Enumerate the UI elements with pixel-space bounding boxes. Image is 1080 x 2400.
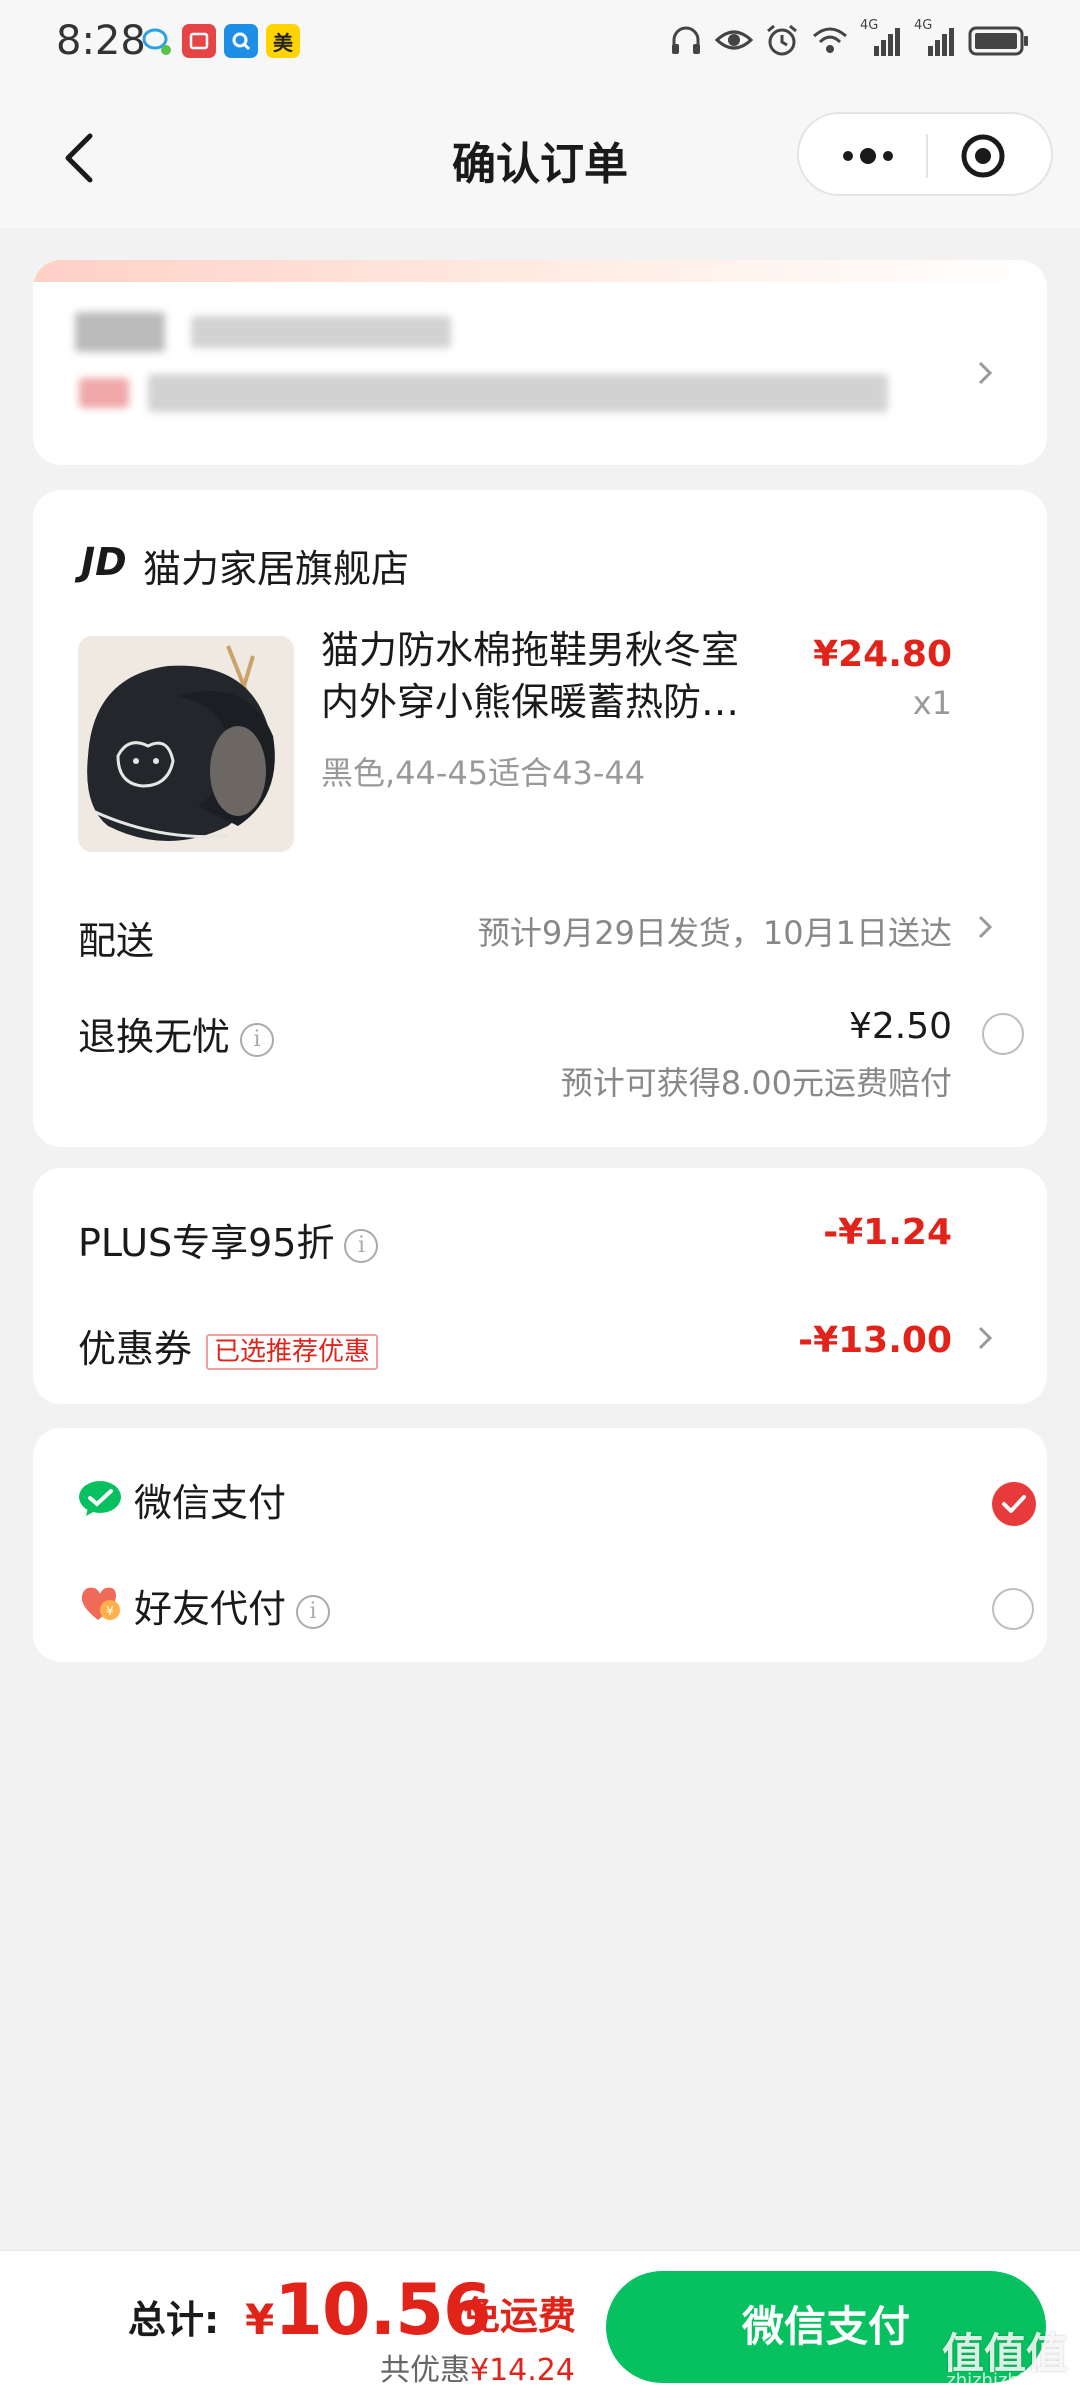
friend-pay-heart-icon: ¥: [81, 1587, 120, 1620]
checkmark-icon: [1002, 1495, 1026, 1513]
alarm-icon: [767, 24, 797, 56]
headphone-icon: [672, 26, 700, 54]
info-icon[interactable]: i: [296, 1594, 331, 1629]
shop-name[interactable]: 猫力家居旗舰店: [143, 538, 409, 593]
status-bar: 8:28 美 4G 4G: [0, 0, 1080, 90]
friend-pay-option[interactable]: ¥ 好友代付 i: [78, 1574, 1038, 1644]
return-insurance-note: 预计可获得8.00元运费赔付: [560, 1064, 952, 1102]
delivery-estimate[interactable]: 预计9月29日发货，10月1日送达: [478, 908, 952, 954]
product-title-line-1: 猫力防水棉拖鞋男秋冬室: [321, 628, 740, 672]
search-app-icon: [224, 24, 258, 58]
chat-bubble-icon: [140, 24, 174, 58]
return-insurance-price: ¥2.50: [848, 1006, 952, 1047]
blurred-address-line: [148, 374, 888, 412]
status-app-icons: 美: [140, 24, 300, 58]
close-miniprogram-icon[interactable]: [959, 132, 1007, 180]
more-options-icon[interactable]: [833, 132, 903, 180]
battery-icon: [968, 26, 1028, 56]
coupon-label: 优惠券: [78, 1327, 193, 1371]
blurred-address-tag: [79, 378, 129, 408]
return-insurance-label-row: 退换无忧 i: [78, 1006, 275, 1061]
address-card-gradient: [33, 260, 1047, 282]
total-value: 10.56: [274, 2269, 491, 2351]
product-image[interactable]: [78, 636, 294, 852]
plus-discount-label: PLUS专享95折: [78, 1221, 335, 1265]
red-app-icon: [182, 24, 216, 58]
product-title-line-2: 内外穿小熊保暖蓄热防…: [321, 680, 740, 724]
wifi-icon: [813, 27, 847, 53]
friend-pay-label: 好友代付: [134, 1587, 287, 1631]
product-quantity: x1: [912, 684, 952, 722]
total-savings: 共优惠¥14.24: [380, 2345, 575, 2389]
payment-method-card: 微信支付 ¥ 好友代付 i: [33, 1428, 1047, 1662]
info-icon[interactable]: i: [240, 1022, 275, 1057]
info-icon[interactable]: i: [344, 1228, 379, 1263]
savings-value: ¥14.24: [470, 2353, 575, 2388]
address-card[interactable]: [33, 260, 1047, 465]
wechat-pay-label: 微信支付: [134, 1481, 287, 1525]
total-label: 总计:: [128, 2298, 220, 2342]
wechat-pay-option[interactable]: 微信支付: [78, 1468, 1038, 1538]
total-amount: ¥10.56: [245, 2269, 492, 2351]
friend-pay-radio[interactable]: [992, 1588, 1034, 1630]
signal-2-icon: 4G: [914, 18, 958, 58]
address-chevron-right-icon: [978, 361, 993, 385]
wechat-pay-radio-selected[interactable]: [992, 1482, 1036, 1526]
shop-card: JD 猫力家居旗舰店 猫力防水棉拖鞋男秋冬室 内外穿小熊保暖蓄热防… ¥24.8…: [33, 490, 1047, 1147]
coupon-tag: 已选推荐优惠: [206, 1333, 379, 1370]
delivery-chevron-right-icon[interactable]: [970, 912, 1000, 942]
coupon-value[interactable]: -¥13.00: [798, 1320, 952, 1361]
jd-logo: JD: [81, 540, 127, 584]
product-price: ¥24.80: [813, 634, 952, 675]
product-title[interactable]: 猫力防水棉拖鞋男秋冬室 内外穿小熊保暖蓄热防…: [321, 624, 761, 728]
free-shipping-label: 免运费: [462, 2294, 577, 2338]
coupon-chevron-right-icon[interactable]: [970, 1323, 1000, 1353]
product-spec: 黑色,44-45适合43-44: [321, 754, 646, 792]
status-time: 8:28: [56, 18, 146, 64]
eye-icon: [714, 30, 754, 50]
meituan-app-icon: 美: [266, 24, 300, 58]
plus-discount-value: -¥1.24: [823, 1212, 952, 1253]
return-insurance-radio[interactable]: [982, 1013, 1024, 1055]
slipper-image-icon: [78, 636, 294, 852]
svg-text:¥: ¥: [106, 1604, 114, 1618]
total-currency: ¥: [245, 2295, 275, 2344]
coupon-label-row[interactable]: 优惠券 已选推荐优惠: [78, 1318, 379, 1373]
status-indicators: 4G 4G: [668, 18, 1030, 58]
wechat-icon: [79, 1481, 121, 1516]
return-insurance-label: 退换无忧: [78, 1015, 231, 1059]
watermark-url: zhizhizhi.com: [946, 2370, 1068, 2391]
signal-1-icon: 4G: [860, 18, 904, 58]
miniprogram-capsule: [797, 112, 1053, 196]
savings-label: 共优惠: [380, 2353, 470, 2388]
delivery-label: 配送: [78, 919, 155, 963]
plus-discount-label-row: PLUS专享95折 i: [78, 1212, 379, 1267]
friend-pay-label-row: 好友代付 i: [134, 1578, 331, 1633]
navigation-bar: 确认订单: [0, 90, 1080, 228]
blurred-recipient-name: [75, 312, 165, 352]
blurred-recipient-phone: [191, 316, 451, 348]
discount-card: PLUS专享95折 i -¥1.24 优惠券 已选推荐优惠 -¥13.00: [33, 1168, 1047, 1404]
capsule-divider: [926, 134, 928, 178]
checkout-bar: 总计: ¥10.56 免运费 共优惠¥14.24 微信支付: [0, 2250, 1080, 2400]
